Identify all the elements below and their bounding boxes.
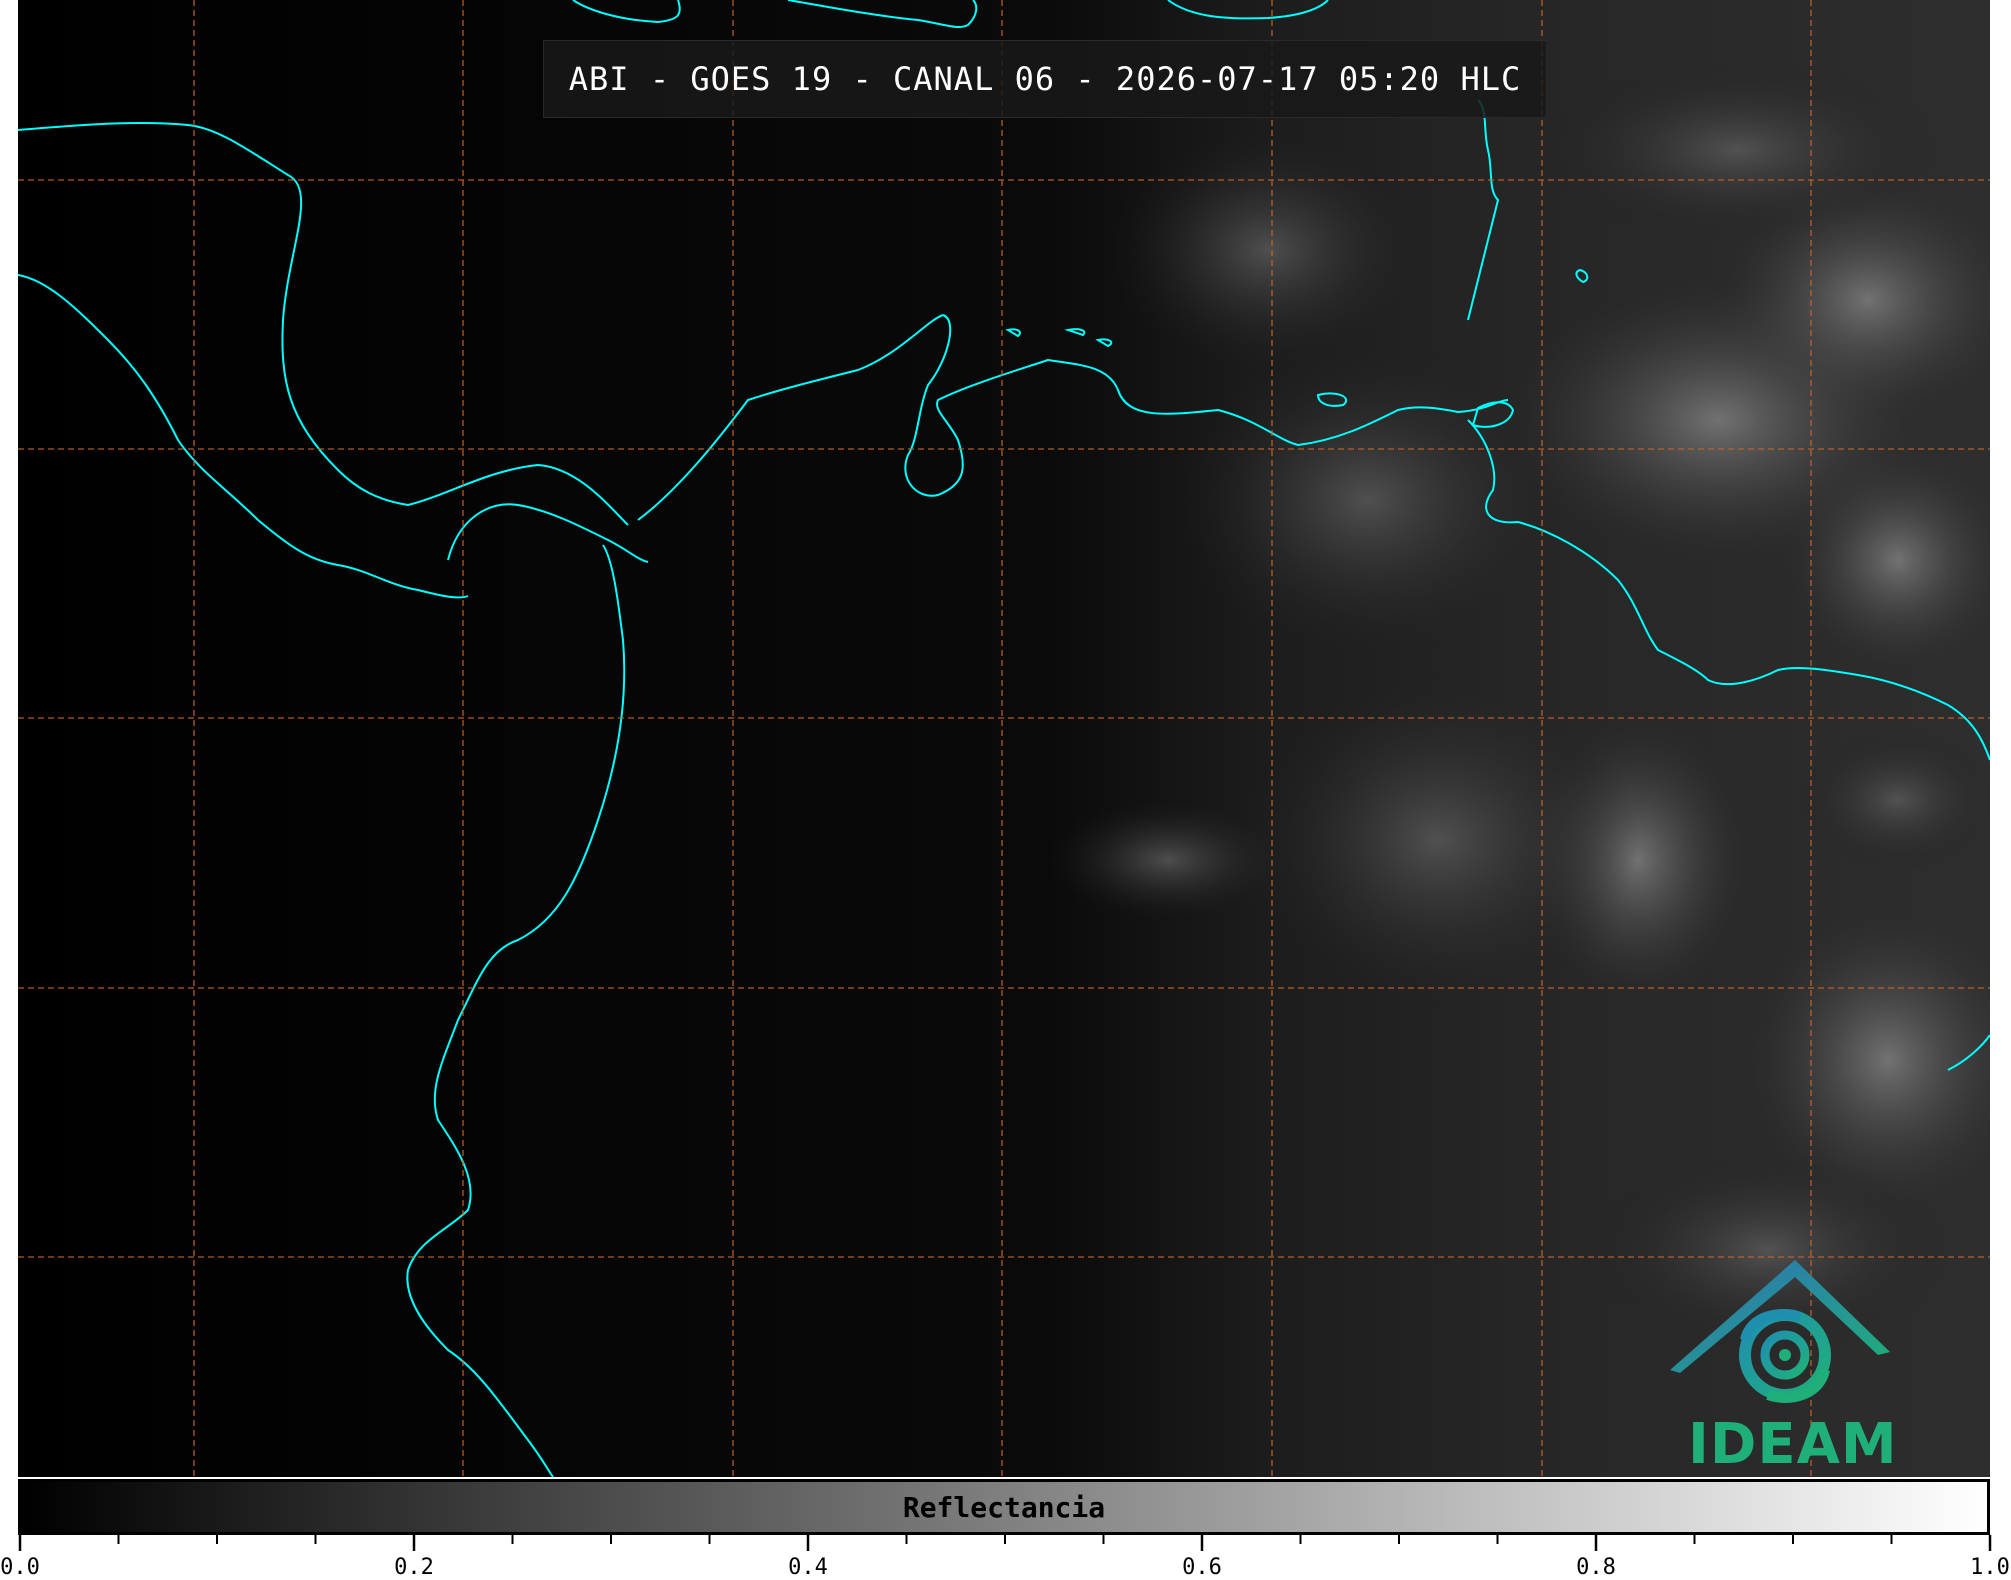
colorbar-label: Reflectancia	[902, 1490, 1106, 1524]
colorbar-ticks	[18, 1535, 1992, 1551]
title-box: ABI - GOES 19 - CANAL 06 - 2026-07-17 05…	[543, 40, 1547, 118]
colorbar-tick-label: 0.4	[788, 1555, 828, 1580]
colorbar: Reflectancia	[18, 1479, 1990, 1535]
colorbar-tick-label: 0.0	[0, 1555, 40, 1580]
colorbar-tick-label: 1.0	[1970, 1555, 2010, 1580]
colorbar-tick-label: 0.2	[394, 1555, 434, 1580]
map-title: ABI - GOES 19 - CANAL 06 - 2026-07-17 05…	[568, 60, 1522, 98]
colorbar-tick-label: 0.6	[1182, 1555, 1222, 1580]
ideam-logo-text: IDEAM	[1688, 1412, 1898, 1477]
colorbar-tick-label: 0.8	[1576, 1555, 1616, 1580]
